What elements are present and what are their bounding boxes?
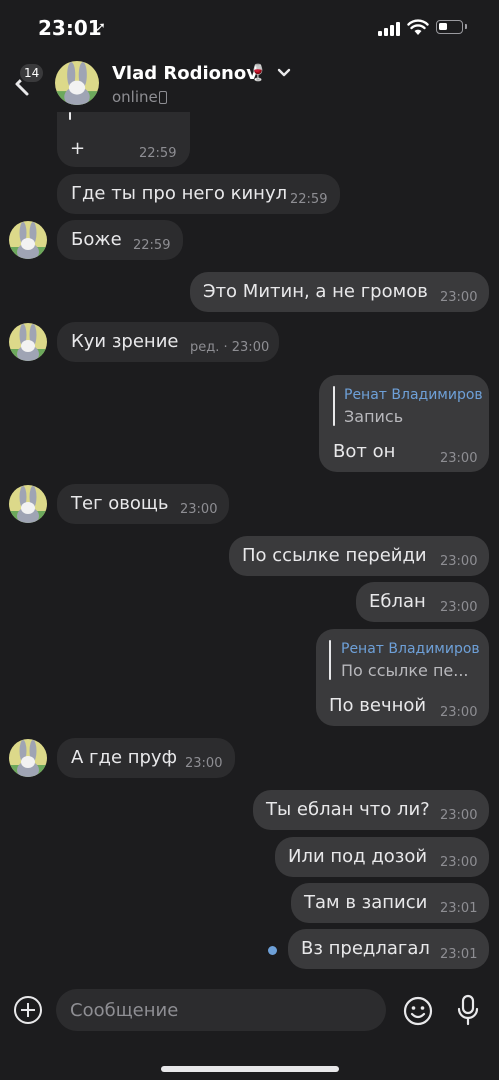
message-text: По вечной <box>329 695 427 716</box>
chat-header: 14 Vlad Rodionov 🍷 online <box>0 58 499 112</box>
message-text: Где ты про него кинул <box>71 183 288 204</box>
message-text: Вз предлагал <box>301 938 430 959</box>
sender-avatar[interactable] <box>9 739 47 777</box>
message-text: Это Митин, а не громов <box>203 281 428 302</box>
contact-name[interactable]: Vlad Rodionov <box>112 63 258 84</box>
reply-quote-bar <box>69 112 71 120</box>
message-time: ред. · 23:00 <box>190 340 270 355</box>
message-text: Боже <box>71 229 122 250</box>
emoji-smile-icon[interactable] <box>403 996 433 1026</box>
message-time: 23:00 <box>440 290 478 305</box>
wine-glass-icon: 🍷 <box>248 63 268 82</box>
message-time: 23:00 <box>180 502 218 517</box>
message-time: 23:00 <box>440 451 478 466</box>
message-text: А где пруф <box>71 747 177 768</box>
message-text: + <box>70 138 86 159</box>
message-text: Куи зрение <box>71 331 179 352</box>
status-bar: 23:01 ➚ <box>0 0 499 58</box>
microphone-icon[interactable] <box>456 994 480 1026</box>
message-text: По ссылке перейди <box>242 545 427 566</box>
message-time: 23:01 <box>440 947 478 962</box>
status-clock: 23:01 <box>38 16 102 40</box>
message-bubble[interactable]: Боже 22:59 <box>57 220 183 260</box>
unread-indicator <box>268 946 277 955</box>
message-time: 23:00 <box>440 554 478 569</box>
message-input[interactable] <box>56 989 386 1031</box>
message-bubble[interactable]: Ренат Владимиров Запись Вот он 23:00 <box>319 375 489 472</box>
reply-quote-bar <box>329 640 331 680</box>
reply-author: Ренат Владимиров <box>341 641 480 657</box>
reply-author: Ренат Владимиров <box>344 387 483 403</box>
message-text: Тег овощь <box>71 493 169 514</box>
message-bubble[interactable]: Тег овощь 23:00 <box>57 484 229 524</box>
message-time: 23:00 <box>440 855 478 870</box>
reply-quote-bar <box>333 386 335 426</box>
sender-avatar[interactable] <box>9 221 47 259</box>
sender-avatar[interactable] <box>9 323 47 361</box>
wifi-icon <box>407 19 429 35</box>
chevron-down-icon[interactable] <box>276 67 292 79</box>
message-time: 22:59 <box>290 192 328 207</box>
message-time: 23:00 <box>440 808 478 823</box>
sender-avatar[interactable] <box>9 485 47 523</box>
message-time: 23:01 <box>440 901 478 916</box>
message-bubble[interactable]: Там в записи 23:01 <box>291 883 489 923</box>
message-text: Вот он <box>333 441 396 462</box>
location-arrow-icon: ➚ <box>95 20 106 35</box>
message-time: 23:00 <box>440 705 478 720</box>
message-text: Там в записи <box>304 892 428 913</box>
home-indicator[interactable] <box>161 1066 339 1072</box>
mobile-phone-icon <box>159 91 167 104</box>
message-time: 22:59 <box>139 146 177 161</box>
reply-text: Запись <box>344 407 404 426</box>
message-time: 23:00 <box>440 600 478 615</box>
message-bubble[interactable]: Ты еблан что ли? 23:00 <box>253 790 489 830</box>
cellular-signal-icon <box>378 22 400 36</box>
message-bubble[interactable]: А где пруф 23:00 <box>57 738 235 778</box>
message-composer <box>0 980 499 1080</box>
message-bubble[interactable]: Или под дозой 23:00 <box>275 837 489 877</box>
reply-text: По ссылке пе... <box>341 661 469 680</box>
message-bubble[interactable]: Вз предлагал 23:01 <box>288 929 489 969</box>
message-bubble[interactable]: Куи зрение ред. · 23:00 <box>57 322 279 362</box>
message-bubble[interactable]: Где ты про него кинул 22:59 <box>57 174 340 214</box>
unread-count-badge: 14 <box>18 62 46 84</box>
message-text: Или под дозой <box>288 846 428 867</box>
message-text: Еблан <box>369 591 426 612</box>
message-time: 22:59 <box>133 238 171 253</box>
contact-avatar[interactable] <box>55 61 99 105</box>
message-bubble[interactable]: Еблан 23:00 <box>356 582 489 622</box>
add-attachment-icon[interactable] <box>14 996 42 1024</box>
message-time: 23:00 <box>185 756 223 771</box>
message-bubble[interactable]: Ренат Владимиров По ссылке пе... По вечн… <box>316 629 489 726</box>
battery-icon <box>436 20 467 34</box>
message-bubble[interactable]: По ссылке перейди 23:00 <box>229 536 489 576</box>
message-text: Ты еблан что ли? <box>266 799 430 820</box>
message-bubble[interactable]: Это Митин, а не громов 23:00 <box>190 272 489 312</box>
presence-status: online <box>112 88 158 106</box>
